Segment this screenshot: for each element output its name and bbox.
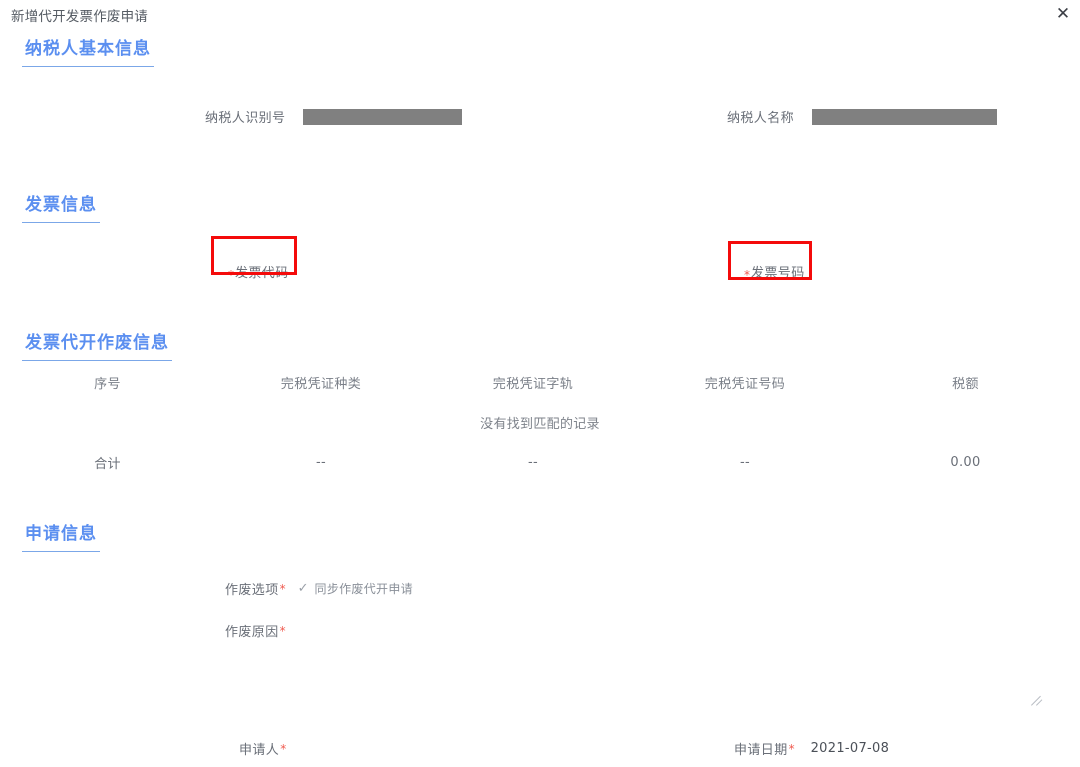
applicant-row: 申请人 * 申请日期 * 2021-07-08: [0, 739, 1080, 767]
field-taxpayer-name: 纳税人名称: [727, 107, 998, 126]
section-header-taxpayer: 纳税人基本信息: [22, 34, 154, 67]
close-icon[interactable]: ✕: [1051, 2, 1075, 26]
label-applicant: 申请人: [239, 743, 280, 758]
highlight-box-invoice-code: [211, 236, 297, 275]
textarea-resize-handle[interactable]: [1031, 695, 1043, 707]
section-divider-application: [22, 551, 100, 552]
table-empty-row: 没有找到匹配的记录: [0, 401, 1080, 444]
section-header-invoice: 发票信息: [22, 190, 100, 223]
label-void-reason: 作废原因: [225, 625, 279, 640]
field-taxpayer-id: 纳税人识别号: [205, 107, 463, 126]
total-cert-number: --: [740, 455, 750, 470]
required-indicator-applicant: *: [280, 741, 287, 756]
required-indicator-void-reason: *: [279, 623, 286, 638]
total-cert-type: --: [316, 455, 326, 470]
table-header-row: 序号 完税凭证种类 完税凭证字轨 完税凭证号码 税额: [0, 364, 1080, 401]
section-invoice-info: 发票信息 * 发票代码 * 发票号码: [0, 190, 1080, 282]
column-header-cert-number[interactable]: 完税凭证号码: [639, 364, 851, 401]
label-taxpayer-id: 纳税人识别号: [205, 111, 286, 126]
total-label: 合计: [94, 457, 121, 472]
column-header-tax-amount[interactable]: 税额: [851, 364, 1080, 401]
checkbox-sync-void-application[interactable]: ✓ 同步作废代开申请: [298, 580, 413, 597]
total-cert-track: --: [528, 455, 538, 470]
value-taxpayer-name-redacted[interactable]: [812, 108, 998, 125]
void-info-table: 序号 完税凭证种类 完税凭证字轨 完税凭证号码 税额 没有找到匹配的记录 合计 …: [0, 364, 1080, 481]
total-tax-amount: 0.00: [950, 455, 981, 470]
field-void-reason: 作废原因 *: [225, 621, 286, 641]
label-taxpayer-name: 纳税人名称: [727, 111, 795, 126]
label-apply-date: 申请日期: [734, 743, 788, 758]
table-total-row: 合计 -- -- -- 0.00: [0, 444, 1080, 481]
field-applicant: 申请人 *: [239, 739, 287, 759]
field-apply-date: 申请日期 * 2021-07-08: [734, 739, 889, 758]
value-apply-date[interactable]: 2021-07-08: [811, 741, 890, 756]
section-void-info: 发票代开作废信息 序号 完税凭证种类 完税凭证字轨 完税凭证号码 税额 没有找到…: [0, 328, 1080, 472]
section-title-void-info: 发票代开作废信息: [25, 333, 169, 353]
checkbox-label-sync-void-application: 同步作废代开申请: [314, 582, 413, 596]
column-header-cert-track[interactable]: 完税凭证字轨: [427, 364, 639, 401]
section-header-application: 申请信息: [22, 519, 100, 552]
column-header-seq[interactable]: 序号: [0, 364, 215, 401]
section-divider-invoice: [22, 222, 100, 223]
section-title-taxpayer: 纳税人基本信息: [25, 39, 151, 59]
section-header-void-info: 发票代开作废信息: [22, 328, 172, 361]
required-indicator-apply-date: *: [788, 741, 795, 756]
section-title-invoice: 发票信息: [25, 195, 97, 215]
check-icon: ✓: [297, 581, 309, 596]
taxpayer-fields-row: 纳税人识别号 纳税人名称: [0, 107, 1080, 135]
section-divider-void-info: [22, 360, 172, 361]
window-title: 新增代开发票作废申请: [11, 9, 148, 25]
label-void-option: 作废选项: [225, 583, 279, 598]
section-divider-taxpayer: [22, 66, 154, 67]
column-header-cert-type[interactable]: 完税凭证种类: [215, 364, 427, 401]
highlight-box-invoice-number: [728, 241, 812, 280]
value-taxpayer-id-redacted[interactable]: [303, 108, 463, 125]
section-title-application: 申请信息: [25, 524, 97, 544]
field-void-option: 作废选项 * ✓ 同步作废代开申请: [225, 579, 413, 599]
invoice-fields-row: * 发票代码 * 发票号码: [0, 262, 1080, 290]
void-option-row: 作废选项 * ✓ 同步作废代开申请: [0, 579, 1080, 607]
void-reason-row: 作废原因 *: [0, 621, 1080, 649]
table-empty-message: 没有找到匹配的记录: [480, 417, 600, 432]
section-application-info: 申请信息 作废选项 * ✓ 同步作废代开申请 作废原因 * 申请人 * 申请日期…: [0, 519, 1080, 758]
required-indicator-void-option: *: [279, 581, 286, 596]
section-taxpayer-info: 纳税人基本信息 纳税人识别号 纳税人名称: [0, 34, 1080, 126]
